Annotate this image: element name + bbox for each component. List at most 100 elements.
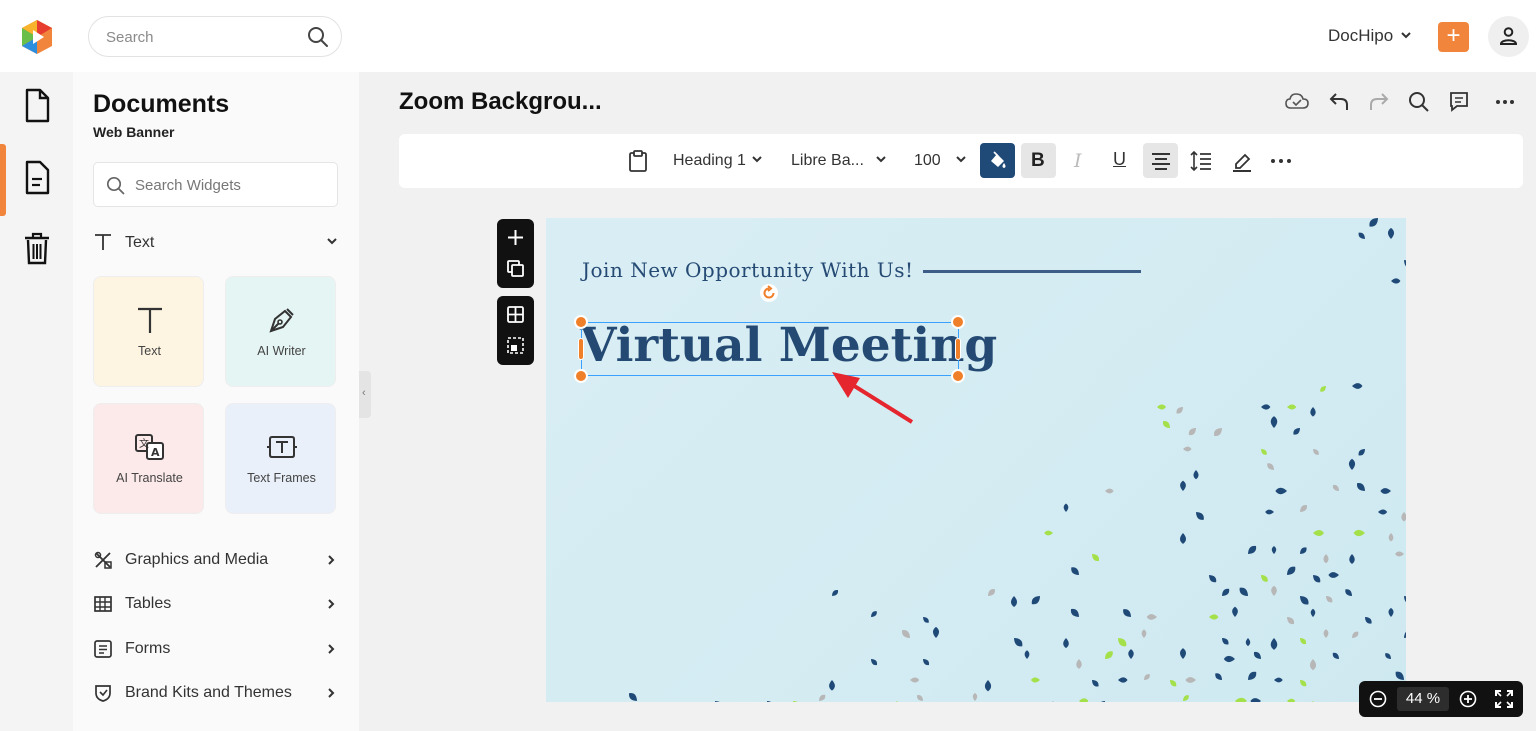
highlight-button[interactable] [1224, 143, 1259, 178]
tile-label: Text [138, 344, 161, 358]
rail-active-indicator [0, 144, 6, 216]
bold-button[interactable]: B [1021, 143, 1056, 178]
user-icon [1499, 27, 1518, 45]
format-toolbar: Heading 1 Libre Ba... 100 B I U [399, 134, 1523, 188]
line-spacing-icon [1190, 150, 1211, 172]
design-canvas[interactable]: Join New Opportunity With Us! Virtual Me… [546, 218, 1406, 702]
zoom-value: 44 [1405, 690, 1423, 707]
search-icon[interactable] [307, 26, 329, 48]
highlighter-icon [1233, 153, 1251, 172]
brand-kit-icon [95, 685, 111, 702]
zoom-out-icon[interactable] [1369, 690, 1387, 708]
panel-subtitle: Web Banner [93, 124, 175, 140]
text-icon [137, 307, 162, 333]
search-placeholder: Search [106, 29, 154, 46]
collapse-panel-button[interactable]: ‹ [359, 371, 371, 418]
fullscreen-icon[interactable] [1494, 689, 1514, 709]
app-logo-icon[interactable] [18, 18, 56, 56]
chevron-right-icon [328, 599, 335, 609]
more-format-options-button[interactable] [1264, 143, 1299, 178]
comment-icon[interactable] [1448, 90, 1470, 119]
redo-icon[interactable] [1368, 90, 1390, 119]
table-icon [94, 596, 112, 612]
svg-text:A: A [151, 446, 160, 459]
top-bar: Search DocHipo + [0, 0, 1536, 72]
tile-ai-translate[interactable]: 文A AI Translate [93, 403, 204, 514]
chevron-right-icon [328, 688, 335, 698]
more-options-icon [1271, 159, 1291, 163]
workspace-selector[interactable]: DocHipo [1328, 26, 1393, 46]
pen-nib-icon [268, 308, 294, 333]
chevron-down-icon[interactable] [1400, 30, 1412, 40]
zoom-controls: 44 % [1359, 681, 1523, 717]
search-icon[interactable] [1408, 90, 1430, 119]
menu-brand-kits-and-themes[interactable]: Brand Kits and Themes [93, 681, 338, 705]
menu-label: Forms [125, 640, 171, 657]
chevron-down-icon[interactable] [955, 155, 967, 165]
text-icon [95, 234, 111, 250]
left-rail [0, 72, 73, 731]
page-tools [497, 219, 534, 288]
bold-icon: B [1031, 150, 1045, 171]
cloud-save-icon[interactable] [1284, 90, 1310, 119]
line-spacing-button[interactable] [1183, 143, 1218, 178]
text-style-dropdown[interactable]: Heading 1 [673, 152, 746, 188]
chevron-down-icon [327, 238, 337, 245]
tile-label: AI Translate [116, 471, 183, 485]
zoom-level[interactable]: 44 % [1397, 687, 1449, 711]
menu-label: Tables [125, 595, 172, 612]
italic-button[interactable]: I [1061, 143, 1096, 178]
tile-text[interactable]: Text [93, 276, 204, 387]
svg-text:文: 文 [139, 437, 149, 450]
add-page-icon[interactable] [506, 228, 525, 247]
page-icon [25, 88, 50, 123]
align-center-button[interactable] [1143, 143, 1178, 178]
document-title[interactable]: Zoom Backgrou... [399, 88, 602, 116]
text-section-label: Text [125, 234, 155, 251]
translate-icon: 文A [134, 434, 164, 460]
rail-item-documents[interactable] [0, 144, 73, 214]
chevron-right-icon [328, 644, 335, 654]
panel-title: Documents [93, 90, 230, 118]
clipboard-icon[interactable] [627, 149, 649, 185]
chevron-right-icon [328, 555, 335, 565]
menu-label: Brand Kits and Themes [125, 684, 292, 701]
widget-search-placeholder: Search Widgets [135, 177, 241, 194]
chevron-down-icon[interactable] [751, 155, 763, 165]
fill-color-button[interactable] [980, 143, 1015, 178]
zoom-in-icon[interactable] [1459, 690, 1477, 708]
tile-ai-writer[interactable]: AI Writer [225, 276, 336, 387]
chevron-left-icon: ‹ [362, 387, 366, 399]
search-input[interactable]: Search [88, 16, 342, 57]
underline-button[interactable]: U [1102, 143, 1137, 178]
undo-icon[interactable] [1328, 90, 1350, 119]
menu-tables[interactable]: Tables [93, 592, 338, 616]
user-menu-button[interactable] [1488, 16, 1529, 57]
rail-item-trash[interactable] [0, 216, 73, 286]
chevron-down-icon[interactable] [875, 155, 887, 165]
menu-forms[interactable]: Forms [93, 637, 338, 661]
document-icon [25, 160, 50, 195]
trash-icon [25, 232, 49, 265]
layout-tools [497, 296, 534, 365]
font-family-dropdown[interactable]: Libre Ba... [791, 152, 864, 188]
grid-icon[interactable] [506, 305, 525, 324]
more-options-icon[interactable] [1494, 90, 1516, 119]
italic-icon: I [1074, 150, 1082, 172]
select-area-icon[interactable] [506, 336, 525, 355]
widget-search-input[interactable]: Search Widgets [93, 162, 338, 207]
text-section-header[interactable]: Text [93, 232, 338, 254]
underline-icon: U [1113, 149, 1126, 169]
rail-item-page[interactable] [0, 72, 73, 142]
font-size-dropdown[interactable]: 100 [914, 152, 941, 188]
widgets-panel: Documents Web Banner Search Widgets Text… [73, 72, 359, 731]
align-center-icon [1152, 153, 1170, 170]
text-frame-icon [266, 436, 297, 458]
tile-text-frames[interactable]: Text Frames [225, 403, 336, 514]
duplicate-page-icon[interactable] [506, 259, 525, 278]
search-icon [106, 176, 125, 195]
tile-label: AI Writer [257, 344, 306, 358]
tile-label: Text Frames [247, 471, 316, 485]
menu-graphics-and-media[interactable]: Graphics and Media [93, 548, 338, 572]
create-new-button[interactable]: + [1438, 22, 1469, 52]
